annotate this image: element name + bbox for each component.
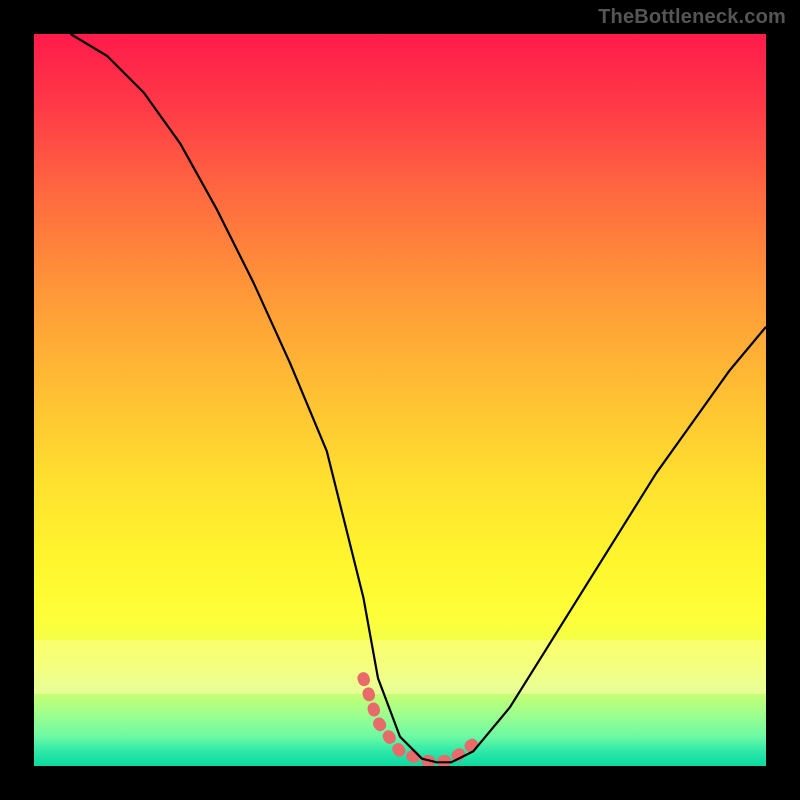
valley-highlight — [363, 678, 473, 762]
plot-area — [34, 34, 766, 766]
curve-svg — [34, 34, 766, 766]
watermark-text: TheBottleneck.com — [598, 6, 786, 29]
chart-frame: { "watermark": "TheBottleneck.com", "col… — [0, 0, 800, 800]
bottleneck-curve — [71, 34, 766, 762]
